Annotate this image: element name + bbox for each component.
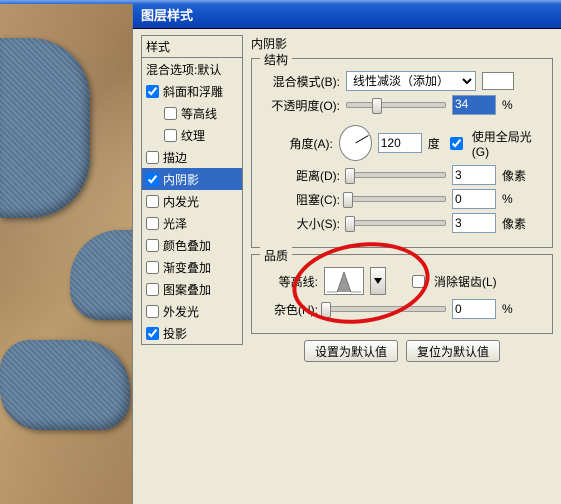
angle-dial[interactable] xyxy=(339,125,372,161)
style-row-投影[interactable]: 投影 xyxy=(142,322,242,344)
style-label: 投影 xyxy=(163,325,187,342)
style-checkbox[interactable] xyxy=(146,239,159,252)
percent-unit: % xyxy=(502,192,542,206)
choke-input[interactable] xyxy=(452,189,496,209)
blending-options-row[interactable]: 混合选项:默认 xyxy=(142,58,242,80)
style-label: 斜面和浮雕 xyxy=(163,83,223,100)
opacity-label: 不透明度(O): xyxy=(262,97,340,114)
style-label: 外发光 xyxy=(163,303,199,320)
styles-list: 混合选项:默认 斜面和浮雕等高线纹理描边内阴影内发光光泽颜色叠加渐变叠加图案叠加… xyxy=(141,58,243,345)
color-swatch[interactable] xyxy=(482,72,514,90)
quality-legend: 品质 xyxy=(260,247,292,264)
style-row-颜色叠加[interactable]: 颜色叠加 xyxy=(142,234,242,256)
style-checkbox[interactable] xyxy=(146,283,159,296)
size-label: 大小(S): xyxy=(262,215,340,232)
style-label: 图案叠加 xyxy=(163,281,211,298)
distance-input[interactable] xyxy=(452,165,496,185)
style-checkbox[interactable] xyxy=(146,85,159,98)
contour-picker[interactable] xyxy=(324,267,364,295)
style-label: 纹理 xyxy=(181,127,205,144)
contour-label: 等高线: xyxy=(262,273,318,290)
style-label: 光泽 xyxy=(163,215,187,232)
global-light-label: 使用全局光(G) xyxy=(472,128,542,159)
make-default-button[interactable]: 设置为默认值 xyxy=(304,340,398,362)
style-label: 渐变叠加 xyxy=(163,259,211,276)
style-row-内阴影[interactable]: 内阴影 xyxy=(142,168,242,190)
style-row-光泽[interactable]: 光泽 xyxy=(142,212,242,234)
choke-slider[interactable] xyxy=(346,196,446,202)
panel-title: 内阴影 xyxy=(251,35,553,52)
style-row-等高线[interactable]: 等高线 xyxy=(142,102,242,124)
structure-legend: 结构 xyxy=(260,51,292,68)
percent-unit: % xyxy=(502,98,542,112)
style-checkbox[interactable] xyxy=(146,151,159,164)
dialog-title: 图层样式 xyxy=(141,5,193,24)
structure-fieldset: 结构 混合模式(B): 线性减淡（添加） 不透明度(O): 34 % xyxy=(251,58,553,248)
anti-alias-checkbox[interactable] xyxy=(412,275,425,288)
style-checkbox[interactable] xyxy=(146,261,159,274)
style-label: 颜色叠加 xyxy=(163,237,211,254)
style-row-图案叠加[interactable]: 图案叠加 xyxy=(142,278,242,300)
distance-slider[interactable] xyxy=(346,172,446,178)
titlebar[interactable]: 图层样式 xyxy=(133,0,561,29)
style-row-外发光[interactable]: 外发光 xyxy=(142,300,242,322)
noise-slider[interactable] xyxy=(324,306,446,312)
quality-fieldset: 品质 等高线: 消除锯齿(L) 杂色(N): xyxy=(251,254,553,334)
style-row-渐变叠加[interactable]: 渐变叠加 xyxy=(142,256,242,278)
style-label: 等高线 xyxy=(181,105,217,122)
style-row-内发光[interactable]: 内发光 xyxy=(142,190,242,212)
opacity-slider[interactable] xyxy=(346,102,446,108)
percent-unit: % xyxy=(502,302,542,316)
choke-label: 阻塞(C): xyxy=(262,191,340,208)
anti-alias-label: 消除锯齿(L) xyxy=(434,273,497,290)
angle-input[interactable] xyxy=(378,133,422,153)
distance-label: 距离(D): xyxy=(262,167,340,184)
style-row-斜面和浮雕[interactable]: 斜面和浮雕 xyxy=(142,80,242,102)
blend-mode-label: 混合模式(B): xyxy=(262,73,340,90)
px-unit: 像素 xyxy=(502,215,542,232)
style-row-描边[interactable]: 描边 xyxy=(142,146,242,168)
size-slider[interactable] xyxy=(346,220,446,226)
contour-dropdown[interactable] xyxy=(370,267,386,295)
noise-label: 杂色(N): xyxy=(262,301,318,318)
layer-style-dialog: 图层样式 样式 混合选项:默认 斜面和浮雕等高线纹理描边内阴影内发光光泽颜色叠加… xyxy=(132,0,561,504)
style-checkbox[interactable] xyxy=(164,107,177,120)
style-checkbox[interactable] xyxy=(146,327,159,340)
angle-label: 角度(A): xyxy=(262,135,333,152)
style-label: 描边 xyxy=(163,149,187,166)
global-light-checkbox[interactable] xyxy=(450,137,463,150)
style-checkbox[interactable] xyxy=(164,129,177,142)
styles-column: 样式 混合选项:默认 斜面和浮雕等高线纹理描边内阴影内发光光泽颜色叠加渐变叠加图… xyxy=(141,35,243,496)
effect-panel: 内阴影 结构 混合模式(B): 线性减淡（添加） 不透明度(O): 34 xyxy=(251,35,553,496)
style-row-纹理[interactable]: 纹理 xyxy=(142,124,242,146)
reset-default-button[interactable]: 复位为默认值 xyxy=(406,340,500,362)
styles-header: 样式 xyxy=(141,35,243,58)
chevron-down-icon xyxy=(374,278,382,284)
noise-input[interactable] xyxy=(452,299,496,319)
blend-mode-select[interactable]: 线性减淡（添加） xyxy=(346,71,476,91)
style-label: 内阴影 xyxy=(163,171,199,188)
px-unit: 像素 xyxy=(502,167,542,184)
style-label: 内发光 xyxy=(163,193,199,210)
style-checkbox[interactable] xyxy=(146,173,159,186)
style-checkbox[interactable] xyxy=(146,195,159,208)
blending-options-label: 混合选项:默认 xyxy=(146,61,221,78)
opacity-input[interactable]: 34 xyxy=(452,95,496,115)
style-checkbox[interactable] xyxy=(146,305,159,318)
style-checkbox[interactable] xyxy=(146,217,159,230)
preview-image xyxy=(0,0,132,504)
size-input[interactable] xyxy=(452,213,496,233)
angle-unit: 度 xyxy=(428,135,440,152)
